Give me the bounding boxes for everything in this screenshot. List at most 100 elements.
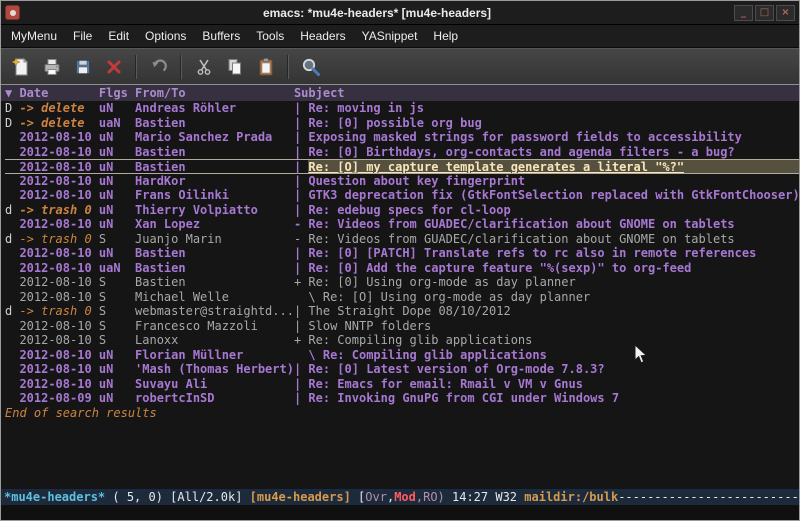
row-thread-prefix: | bbox=[294, 174, 308, 189]
message-row[interactable]: 2012-08-10uNBastien| Re: [0] [PATCH] Tra… bbox=[5, 246, 799, 261]
row-subject: Re: Videos from GUADEC/clarification abo… bbox=[308, 217, 799, 232]
row-flags: S bbox=[99, 304, 135, 319]
row-subject: Re: Compiling glib applications bbox=[323, 348, 799, 363]
column-header-from[interactable]: From/To bbox=[135, 85, 294, 101]
row-thread-prefix: | bbox=[294, 130, 308, 145]
row-mark bbox=[5, 130, 19, 145]
message-row[interactable]: D-> deleteuaNBastien| Re: [0] possible o… bbox=[5, 116, 799, 131]
row-date: 2012-08-10 bbox=[19, 377, 98, 392]
row-from: Suvayu Ali bbox=[135, 377, 294, 392]
headers-list: D-> deleteuNAndreas Röhler| Re: moving i… bbox=[5, 101, 799, 406]
search-button[interactable] bbox=[297, 53, 324, 80]
row-mark bbox=[5, 160, 19, 173]
row-mark: d bbox=[5, 304, 19, 319]
row-subject: Re: [0] Add the capture feature "%(sexp)… bbox=[308, 261, 799, 276]
message-row[interactable]: 2012-08-10SBastien+ Re: [0] Using org-mo… bbox=[5, 275, 799, 290]
menu-headers[interactable]: Headers bbox=[292, 26, 353, 46]
row-flags: uN bbox=[99, 130, 135, 145]
row-thread-prefix: | bbox=[294, 246, 308, 261]
row-date: 2012-08-10 bbox=[19, 246, 98, 261]
message-row[interactable]: 2012-08-09uNrobertcInSD| Re: Invoking Gn… bbox=[5, 391, 799, 406]
cut-button[interactable] bbox=[190, 53, 217, 80]
message-row[interactable]: 2012-08-10uN'Mash (Thomas Herbert)| Re: … bbox=[5, 362, 799, 377]
modeline-segment-folder: maildir:/bulk bbox=[524, 490, 618, 504]
row-thread-prefix: \ bbox=[294, 348, 323, 363]
message-row[interactable]: 2012-08-10uNXan Lopez- Re: Videos from G… bbox=[5, 217, 799, 232]
row-date: 2012-08-10 bbox=[19, 217, 98, 232]
menu-bar: MyMenuFileEditOptionsBuffersToolsHeaders… bbox=[1, 25, 799, 48]
toolbar-separator bbox=[135, 55, 137, 79]
menu-help[interactable]: Help bbox=[425, 26, 466, 46]
message-row[interactable]: d-> trash 0Swebmaster@straightd...| The … bbox=[5, 304, 799, 319]
row-mark bbox=[5, 290, 19, 305]
row-subject: Re: Emacs for email: Rmail v VM v Gnus bbox=[308, 377, 799, 392]
row-flags: S bbox=[99, 232, 135, 247]
message-row[interactable]: d-> trash 0SJuanjo Marin- Re: Videos fro… bbox=[5, 232, 799, 247]
title-bar[interactable]: emacs: *mu4e-headers* [mu4e-headers] _□× bbox=[1, 1, 799, 25]
row-subject: Re: edebug specs for cl-loop bbox=[308, 203, 799, 218]
modeline-segment-buffer-name: *mu4e-headers* bbox=[4, 490, 105, 504]
message-row[interactable]: 2012-08-10uaNBastien| Re: [0] Add the ca… bbox=[5, 261, 799, 276]
maximize-button[interactable]: □ bbox=[755, 5, 774, 21]
message-row[interactable]: 2012-08-10uNHardKor| Question about key … bbox=[5, 174, 799, 189]
column-header-subject[interactable]: Subject bbox=[294, 85, 345, 101]
modeline-segment-minor: Ovr bbox=[365, 490, 387, 504]
mode-line[interactable]: *mu4e-headers* ( 5, 0) [All/2.0k] [mu4e-… bbox=[1, 488, 799, 505]
message-row[interactable]: d-> trash 0uNThierry Volpiatto| Re: edeb… bbox=[5, 203, 799, 218]
menu-buffers[interactable]: Buffers bbox=[194, 26, 248, 46]
column-header-flags[interactable]: Flgs bbox=[99, 85, 135, 101]
message-row[interactable]: 2012-08-10SLanoxx+ Re: Compiling glib ap… bbox=[5, 333, 799, 348]
menu-tools[interactable]: Tools bbox=[248, 26, 292, 46]
message-row[interactable]: 2012-08-10uNFrans Oilinki| GTK3 deprecat… bbox=[5, 188, 799, 203]
menu-edit[interactable]: Edit bbox=[100, 26, 137, 46]
row-thread-prefix: | bbox=[294, 377, 308, 392]
row-flags: uN bbox=[99, 188, 135, 203]
row-thread-prefix: | bbox=[294, 145, 308, 160]
message-row[interactable]: 2012-08-10uNBastien| Re: [O] my capture … bbox=[5, 159, 799, 174]
row-date: 2012-08-10 bbox=[19, 290, 98, 305]
column-header-date[interactable]: ▼ Date bbox=[5, 85, 99, 101]
save-icon bbox=[73, 57, 93, 77]
close-icon bbox=[104, 57, 124, 77]
row-thread-prefix: | bbox=[294, 391, 308, 406]
row-from: Bastien bbox=[135, 275, 294, 290]
save-button[interactable] bbox=[69, 53, 96, 80]
row-mark bbox=[5, 362, 19, 377]
row-flags: S bbox=[99, 319, 135, 334]
message-row[interactable]: 2012-08-10uNFlorian Müllner \ Re: Compil… bbox=[5, 348, 799, 363]
row-subject: Exposing masked strings for password fie… bbox=[308, 130, 799, 145]
message-row[interactable]: D-> deleteuNAndreas Röhler| Re: moving i… bbox=[5, 101, 799, 116]
menu-mymenu[interactable]: MyMenu bbox=[3, 26, 65, 46]
minimize-button[interactable]: _ bbox=[734, 5, 753, 21]
row-flags: uaN bbox=[99, 261, 135, 276]
row-from: Juanjo Marin bbox=[135, 232, 294, 247]
message-row[interactable]: 2012-08-10SMichael Welle \ Re: [O] Using… bbox=[5, 290, 799, 305]
message-row[interactable]: 2012-08-10uNBastien| Re: [0] Birthdays, … bbox=[5, 145, 799, 160]
close-buffer-button[interactable] bbox=[100, 53, 127, 80]
message-row[interactable]: 2012-08-10uNMario Sanchez Prada| Exposin… bbox=[5, 130, 799, 145]
row-from: Lanoxx bbox=[135, 333, 294, 348]
row-flags: uN bbox=[99, 101, 135, 116]
row-flags: uN bbox=[99, 174, 135, 189]
row-subject: Re: [0] Latest version of Org-mode 7.8.3… bbox=[308, 362, 799, 377]
header-line: ▼ Date Flgs From/To Subject bbox=[1, 85, 799, 101]
row-flags: S bbox=[99, 290, 135, 305]
row-from: Francesco Mazzoli bbox=[135, 319, 294, 334]
paste-button[interactable] bbox=[252, 53, 279, 80]
close-button[interactable]: × bbox=[776, 5, 795, 21]
print-button[interactable] bbox=[38, 53, 65, 80]
message-row[interactable]: 2012-08-10SFrancesco Mazzoli| Slow NNTP … bbox=[5, 319, 799, 334]
row-date: 2012-08-10 bbox=[19, 362, 98, 377]
end-of-results: End of search results bbox=[5, 406, 799, 421]
menu-yasnippet[interactable]: YASnippet bbox=[354, 26, 426, 46]
copy-button[interactable] bbox=[221, 53, 248, 80]
echo-area[interactable] bbox=[1, 505, 799, 520]
menu-file[interactable]: File bbox=[65, 26, 100, 46]
message-row[interactable]: 2012-08-10uNSuvayu Ali| Re: Emacs for em… bbox=[5, 377, 799, 392]
undo-button[interactable] bbox=[145, 53, 172, 80]
new-file-button[interactable] bbox=[7, 53, 34, 80]
menu-options[interactable]: Options bbox=[137, 26, 194, 46]
row-flags: uN bbox=[99, 348, 135, 363]
modeline-segment-mode: [mu4e-headers] bbox=[250, 490, 351, 504]
row-thread-prefix: + bbox=[294, 275, 308, 290]
